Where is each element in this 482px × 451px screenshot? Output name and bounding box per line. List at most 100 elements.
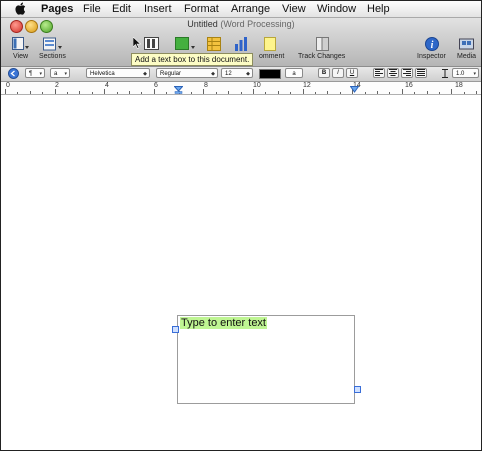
ruler-tick [439, 92, 440, 94]
line-spacing-select[interactable]: 1.0 ▾ [452, 68, 479, 78]
ruler-tick [129, 91, 130, 94]
styles-drawer-icon[interactable] [8, 68, 19, 79]
paragraph-style-value: ¶ [29, 71, 33, 77]
ruler-tick [141, 92, 143, 94]
ruler-tick [203, 89, 205, 94]
italic-button[interactable]: I [332, 68, 344, 78]
font-size-value: 12 [225, 71, 232, 77]
ruler-number: 18 [455, 82, 463, 89]
ruler-tick [265, 92, 267, 94]
ruler-tick [240, 92, 242, 94]
comment-label[interactable]: omment [259, 53, 284, 60]
left-indent-marker-icon[interactable] [174, 86, 183, 94]
text-box-icon[interactable] [144, 37, 160, 51]
menu-insert[interactable]: Insert [144, 1, 172, 17]
ruler-tick [91, 92, 93, 94]
font-style-select[interactable]: Regular ◆ [156, 68, 218, 78]
horizontal-ruler[interactable]: 0 2 4 6 8 10 12 14 16 18 [1, 82, 481, 95]
chart-icon[interactable] [234, 37, 248, 51]
menu-edit[interactable]: Edit [112, 1, 131, 17]
pages-window: Pages File Edit Insert Format Arrange Vi… [0, 0, 482, 451]
paragraph-style-select[interactable]: ¶ ▾ [25, 68, 45, 78]
ruler-tick [29, 91, 31, 94]
format-bar: ¶ ▾ a ▾ Helvetica ◆ Regular ◆ 12 ◆ a B I U [1, 67, 481, 82]
text-box-inlet-handle[interactable] [172, 326, 179, 333]
highlight-color-button[interactable]: a [285, 68, 303, 78]
character-style-select[interactable]: a ▾ [50, 68, 70, 78]
document-type: (Word Processing) [220, 19, 295, 29]
sections-label[interactable]: Sections [39, 53, 66, 60]
apple-logo-icon[interactable] [14, 2, 27, 15]
shapes-icon[interactable] [175, 37, 197, 51]
font-family-select[interactable]: Helvetica ◆ [86, 68, 150, 78]
align-center-icon [389, 69, 397, 76]
ruler-tick [67, 92, 68, 94]
ruler-tick [42, 92, 44, 94]
ruler-tick [414, 92, 416, 94]
media-label[interactable]: Media [457, 53, 476, 60]
bold-button[interactable]: B [318, 68, 330, 78]
text-box[interactable]: Type to enter text [177, 315, 355, 404]
table-icon[interactable] [207, 37, 221, 51]
font-style-value: Regular [160, 71, 182, 77]
underline-button[interactable]: U [346, 68, 358, 78]
menu-window[interactable]: Window [317, 1, 356, 17]
line-spacing-icon [442, 69, 448, 78]
text-color-swatch[interactable] [259, 69, 281, 79]
text-box-outlet-handle[interactable] [354, 386, 361, 393]
ruler-tick [339, 92, 341, 94]
media-icon[interactable] [459, 37, 475, 51]
comment-icon[interactable] [264, 37, 276, 51]
align-center-button[interactable] [387, 68, 399, 78]
tooltip: Add a text box to this document. [131, 53, 254, 66]
view-icon[interactable] [12, 37, 30, 51]
ruler-tick [17, 92, 19, 94]
mouse-pointer-icon [133, 37, 141, 49]
sections-icon[interactable] [43, 37, 63, 51]
ruler-tick [302, 89, 304, 94]
ruler-tick [253, 89, 254, 94]
track-changes-icon[interactable] [316, 37, 330, 51]
ruler-tick [389, 92, 391, 94]
menu-format[interactable]: Format [184, 1, 219, 17]
ruler-tick [5, 89, 6, 94]
ruler-tick [79, 91, 81, 94]
highlight-letter: a [292, 71, 296, 77]
inspector-label[interactable]: Inspector [417, 53, 446, 60]
ruler-number: 6 [154, 82, 158, 89]
align-right-icon [403, 69, 411, 76]
inspector-icon[interactable]: i [425, 37, 439, 51]
ruler-number: 10 [253, 82, 261, 89]
ruler-tick [228, 91, 230, 94]
align-left-button[interactable] [373, 68, 385, 78]
ruler-number: 8 [204, 82, 208, 89]
view-label[interactable]: View [13, 53, 28, 60]
align-right-button[interactable] [401, 68, 413, 78]
ruler-tick [327, 91, 329, 94]
ruler-tick [153, 89, 155, 94]
justify-icon [417, 69, 425, 76]
menu-view[interactable]: View [282, 1, 306, 17]
menu-file[interactable]: File [83, 1, 101, 17]
menu-bar: Pages File Edit Insert Format Arrange Vi… [1, 1, 481, 18]
ruler-tick [315, 92, 316, 94]
line-spacing-value: 1.0 [456, 71, 465, 77]
ruler-number: 0 [6, 82, 10, 89]
text-box-placeholder[interactable]: Type to enter text [180, 317, 267, 329]
menu-arrange[interactable]: Arrange [231, 1, 270, 17]
ruler-tick [166, 92, 168, 94]
right-indent-marker-icon[interactable] [350, 86, 359, 93]
document-canvas[interactable]: Type to enter text [1, 95, 481, 450]
track-changes-label[interactable]: Track Changes [298, 53, 345, 60]
ruler-tick [116, 92, 118, 94]
menu-app-pages[interactable]: Pages [41, 1, 73, 17]
menu-help[interactable]: Help [367, 1, 390, 17]
font-size-select[interactable]: 12 ◆ [221, 68, 253, 78]
window-title: Untitled (Word Processing) [1, 19, 481, 29]
ruler-number: 12 [303, 82, 311, 89]
ruler-tick [401, 89, 403, 94]
justify-button[interactable] [415, 68, 427, 78]
ruler-tick [364, 92, 366, 94]
ruler-tick [476, 91, 478, 94]
ruler-tick [451, 89, 453, 94]
